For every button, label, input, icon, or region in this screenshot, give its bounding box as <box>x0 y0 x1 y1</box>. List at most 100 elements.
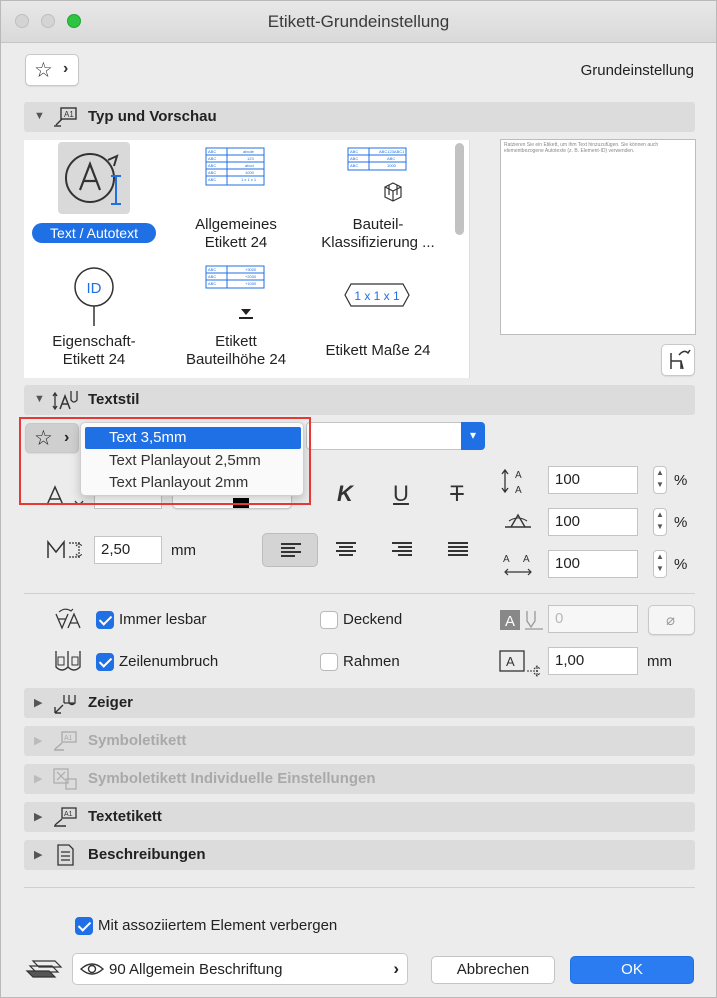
section-textstil[interactable]: ▼ Textstil <box>24 385 695 415</box>
layers-icon <box>25 960 63 978</box>
section-title: Beschreibungen <box>88 846 206 863</box>
underline-icon[interactable]: U <box>389 481 413 507</box>
align-center-button[interactable] <box>318 533 374 567</box>
expanded-triangle-icon: ▼ <box>34 393 45 405</box>
classification-label-icon: ABC ABC123ABC1 ABC ABC ABC 1000 <box>347 147 407 202</box>
char-spacing-unit: % <box>674 556 688 573</box>
align-justify-button[interactable] <box>430 533 486 567</box>
frame-offset-icon: A <box>499 650 541 677</box>
gallery-item-text-autotext[interactable] <box>58 142 130 214</box>
always-readable-icon <box>55 608 81 630</box>
svg-text:1000: 1000 <box>387 163 397 168</box>
section-beschreibungen[interactable]: ▶ Beschreibungen <box>24 840 695 870</box>
font-select[interactable]: ▾ <box>306 422 485 450</box>
dialog-window: Etikett-Grundeinstellung ☆ › Grundeinste… <box>0 0 717 998</box>
chevron-down-icon: ▾ <box>461 422 485 450</box>
layer-select[interactable]: 90 Allgemein Beschriftung › <box>72 953 408 985</box>
align-center-icon <box>336 542 356 558</box>
zeilenumbruch-checkbox[interactable] <box>96 653 114 671</box>
gallery-item-classification[interactable]: Bauteil- Klassifizierung ... <box>308 216 448 252</box>
preview-settings-button[interactable] <box>661 344 695 376</box>
svg-text:ABC: ABC <box>208 149 216 154</box>
frame-offset-unit: mm <box>647 653 672 670</box>
pointer-icon <box>54 695 76 714</box>
gallery-item-element-height[interactable]: Etikett Bauteilhöhe 24 <box>171 333 301 369</box>
favorites-chevron: › <box>63 60 69 77</box>
slant-stepper[interactable]: ▲ ▼ <box>653 508 667 536</box>
element-height-label-icon: ABC +3000 ABC +2000 ABC +1000 <box>205 265 265 319</box>
hide-with-element-label: Mit assoziiertem Element verbergen <box>98 917 338 934</box>
frame-offset-input[interactable]: 1,00 <box>548 647 638 675</box>
section-title: Symboletikett <box>88 732 187 749</box>
svg-text:A: A <box>505 613 515 630</box>
section-title: Textetikett <box>88 808 162 825</box>
favorites-button[interactable]: ☆ › <box>25 54 79 86</box>
gallery-item-dimensions[interactable]: Etikett Maße 24 <box>308 342 448 360</box>
svg-text:A: A <box>503 554 510 565</box>
collapsed-triangle-icon: ▶ <box>34 735 43 747</box>
immer-lesbar-checkbox[interactable] <box>96 611 114 629</box>
text-width-icon <box>47 539 83 558</box>
empty-set-icon: ⌀ <box>666 612 676 629</box>
ok-button[interactable]: OK <box>570 956 694 984</box>
line-spacing-input[interactable]: 100 <box>548 466 638 494</box>
svg-text:A: A <box>506 654 515 669</box>
svg-text:ABC: ABC <box>387 156 395 161</box>
strikethrough-icon[interactable]: T <box>445 481 469 507</box>
cancel-button[interactable]: Abbrechen <box>431 956 555 984</box>
section-zeiger[interactable]: ▶ Zeiger <box>24 688 695 718</box>
text-autotext-icon <box>65 153 121 205</box>
general-label-icon: ABC abcde ABC 123 ABC abcd ABC 1000 ABC 1 x 1… <box>205 147 265 186</box>
gallery-item-property-label[interactable]: Eigenschaft- Etikett 24 <box>29 333 159 369</box>
collapsed-triangle-icon: ▶ <box>34 811 43 823</box>
section-typ-und-vorschau[interactable]: ▼ A1 Typ und Vorschau <box>24 102 695 132</box>
char-spacing-stepper[interactable]: ▲ ▼ <box>653 550 667 578</box>
gallery-item-general-label[interactable]: Allgemeines Etikett 24 <box>171 216 301 252</box>
svg-text:123: 123 <box>247 156 254 161</box>
svg-text:ABC: ABC <box>208 267 216 272</box>
svg-text:ABC123ABC1: ABC123ABC1 <box>379 149 405 154</box>
svg-text:+1000: +1000 <box>245 281 257 286</box>
background-pen-icon: A <box>500 610 543 630</box>
deckend-checkbox[interactable] <box>320 611 338 629</box>
empty-fill-button[interactable]: ⌀ <box>648 605 695 635</box>
section-textetikett[interactable]: ▶ A1 Textetikett <box>24 802 695 832</box>
window-title: Etikett-Grundeinstellung <box>267 12 450 31</box>
slant-input[interactable]: 100 <box>548 508 638 536</box>
svg-text:ABC: ABC <box>350 163 358 168</box>
collapsed-triangle-icon: ▶ <box>34 849 43 861</box>
eye-icon <box>80 963 104 975</box>
svg-text:1000: 1000 <box>245 170 255 175</box>
text-size-input[interactable]: 2,50 <box>94 536 162 564</box>
char-spacing-input[interactable]: 100 <box>548 550 638 578</box>
text-label-icon: A1 <box>54 807 77 827</box>
align-justify-icon <box>448 542 468 558</box>
settings-mode-label: Grundeinstellung <box>580 62 694 79</box>
char-spacing-icon: A A <box>503 554 532 576</box>
align-right-button[interactable] <box>374 533 430 567</box>
text-size-unit: mm <box>171 542 196 559</box>
gallery-scrollbar[interactable] <box>455 143 464 235</box>
align-left-icon <box>281 543 301 559</box>
svg-text:ABC: ABC <box>350 156 358 161</box>
align-left-button[interactable] <box>262 533 318 567</box>
svg-text:A1: A1 <box>64 735 73 742</box>
svg-text:+3000: +3000 <box>245 267 257 272</box>
svg-text:ABC: ABC <box>208 177 216 182</box>
hide-with-element-checkbox[interactable] <box>75 917 93 935</box>
svg-text:A: A <box>515 485 522 495</box>
title-bar: Etikett-Grundeinstellung <box>1 1 716 43</box>
rahmen-label: Rahmen <box>343 653 400 670</box>
highlight-outline <box>19 417 311 505</box>
rahmen-checkbox[interactable] <box>320 653 338 671</box>
background-pen-input[interactable]: 0 <box>548 605 638 633</box>
dims-text: 1 x 1 x 1 <box>354 289 400 303</box>
line-spacing-stepper[interactable]: ▲ ▼ <box>653 466 667 494</box>
chevron-right-icon: › <box>393 959 399 978</box>
document-icon <box>57 844 74 866</box>
deckend-label: Deckend <box>343 611 403 628</box>
align-right-icon <box>392 542 412 558</box>
svg-text:1 x 1 x 1: 1 x 1 x 1 <box>241 177 257 182</box>
section-title: Symboletikett Individuelle Einstellungen <box>88 770 376 787</box>
italic-icon[interactable]: K <box>333 481 357 507</box>
